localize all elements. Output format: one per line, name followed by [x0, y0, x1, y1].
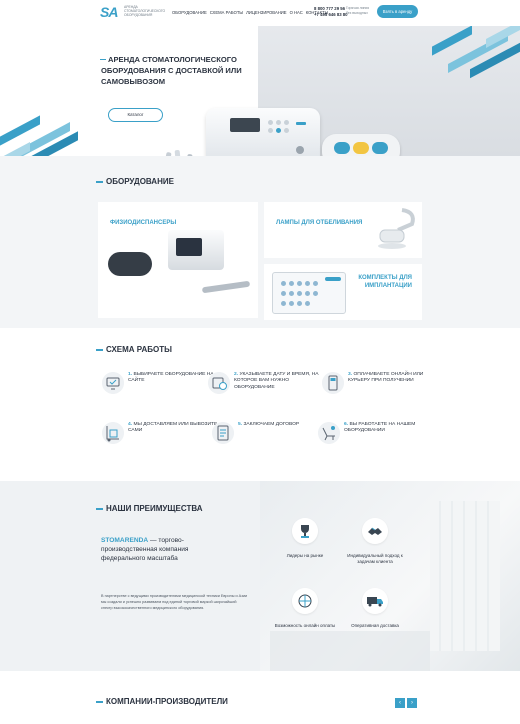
- contract-icon: [212, 422, 234, 444]
- handpieces-image: [161, 149, 193, 156]
- foot-pedal-image: [322, 134, 400, 156]
- advantage-online-payment: Возможность онлайн оплаты: [270, 588, 340, 629]
- truck-icon: [362, 588, 388, 614]
- advantages-right-panel: [260, 481, 520, 671]
- equipment-title: Оборудование: [96, 177, 174, 186]
- step-text: Вы работаете на нашем оборудовании: [344, 422, 416, 434]
- companies-carousel-controls: ‹ ›: [395, 698, 417, 708]
- pedal-image: [108, 252, 152, 276]
- dental-chair-icon: [318, 422, 340, 444]
- hero-banner: Аренда стоматологического оборудования с…: [0, 26, 520, 156]
- catalog-button[interactable]: Каталог: [108, 108, 163, 122]
- implant-kit-image: [272, 272, 346, 314]
- advantage-individual-approach: Индивидуальный подход к задачам клиента: [340, 518, 410, 566]
- card-label: Лампы для отбеливания: [276, 220, 363, 226]
- calendar-clock-icon: [208, 372, 230, 394]
- logo-text: аренда стоматологического оборудования: [124, 5, 166, 18]
- hotline-schedule: без выходных: [346, 11, 368, 16]
- handshake-icon: [362, 518, 388, 544]
- step-text: Заключаем договор: [243, 422, 300, 427]
- step-3: 3. Оплачиваете онлайн или курьеру при по…: [322, 370, 442, 406]
- handpiece-image: [201, 280, 251, 294]
- nav-item-licensing[interactable]: Лицензирование: [246, 10, 286, 15]
- device-image: [168, 230, 224, 270]
- globe-icon: [292, 588, 318, 614]
- hero-title: Аренда стоматологического оборудования с…: [100, 54, 261, 87]
- phone-secondary[interactable]: +7 495 646 83 80: [314, 12, 348, 18]
- equipment-section: [0, 156, 520, 328]
- monitor-check-icon: [102, 372, 124, 394]
- nav-item-equipment[interactable]: Оборудование: [172, 10, 207, 15]
- step-text: Мы доставляем или вывозите сами: [128, 422, 218, 434]
- advantages-body: В партнерстве с ведущими производителями…: [101, 594, 248, 611]
- step-text: Указываете дату и время, на которое вам …: [234, 372, 319, 390]
- step-text: Оплачиваете онлайн или курьеру при получ…: [348, 372, 424, 384]
- hotline-note: Горячая линия без выходных: [346, 6, 369, 17]
- carousel-next-button[interactable]: ›: [407, 698, 417, 708]
- lamp-image: [378, 208, 415, 249]
- step-5: 5. Заключаем договор: [212, 420, 332, 456]
- nav-item-scheme[interactable]: Схема работы: [210, 10, 243, 15]
- site-header: SA аренда стоматологического оборудовани…: [0, 0, 520, 26]
- trophy-icon: [292, 518, 318, 544]
- physiodispenser-image: [206, 108, 320, 156]
- step-2: 2. Указываете дату и время, на которое в…: [208, 370, 328, 406]
- brand-name: STOMARENDA: [101, 537, 149, 544]
- payment-terminal-icon: [322, 372, 344, 394]
- nav-item-about[interactable]: О нас: [290, 10, 303, 15]
- hand-truck-icon: [102, 422, 124, 444]
- step-1: 1. Выбираете оборудование на сайте: [102, 370, 222, 406]
- companies-title: Компании-производители: [96, 697, 228, 706]
- advantages-lead: STOMARENDA — торгово-производственная ко…: [101, 537, 189, 562]
- card-implant-kits[interactable]: Комплекты для имплантации: [264, 264, 422, 320]
- step-6: 6. Вы работаете на нашем оборудовании: [318, 420, 438, 456]
- card-label: Физиодиспансеры: [110, 220, 177, 226]
- step-4: 4. Мы доставляем или вывозите сами: [102, 420, 222, 456]
- carousel-prev-button[interactable]: ‹: [395, 698, 405, 708]
- main-nav: Оборудование Схема работы Лицензирование…: [172, 10, 328, 15]
- card-whitening-lamps[interactable]: Лампы для отбеливания: [264, 202, 422, 258]
- card-physiodispensers[interactable]: Физиодиспансеры: [98, 202, 258, 318]
- advantages-title: Наши преимущества: [96, 504, 203, 513]
- card-label: Комплекты для имплантации: [358, 275, 412, 289]
- rent-button[interactable]: Взять в аренду: [377, 5, 418, 18]
- scheme-title: Схема работы: [96, 345, 172, 354]
- advantage-leaders: Лидеры на рынке: [270, 518, 340, 559]
- logo[interactable]: SA: [100, 4, 122, 20]
- step-text: Выбираете оборудование на сайте: [128, 372, 214, 384]
- clinic-background-image: [270, 501, 500, 671]
- advantage-fast-delivery: Оперативная доставка: [340, 588, 410, 629]
- phone-numbers: 8 800 777 29 56 +7 495 646 83 80: [314, 6, 348, 18]
